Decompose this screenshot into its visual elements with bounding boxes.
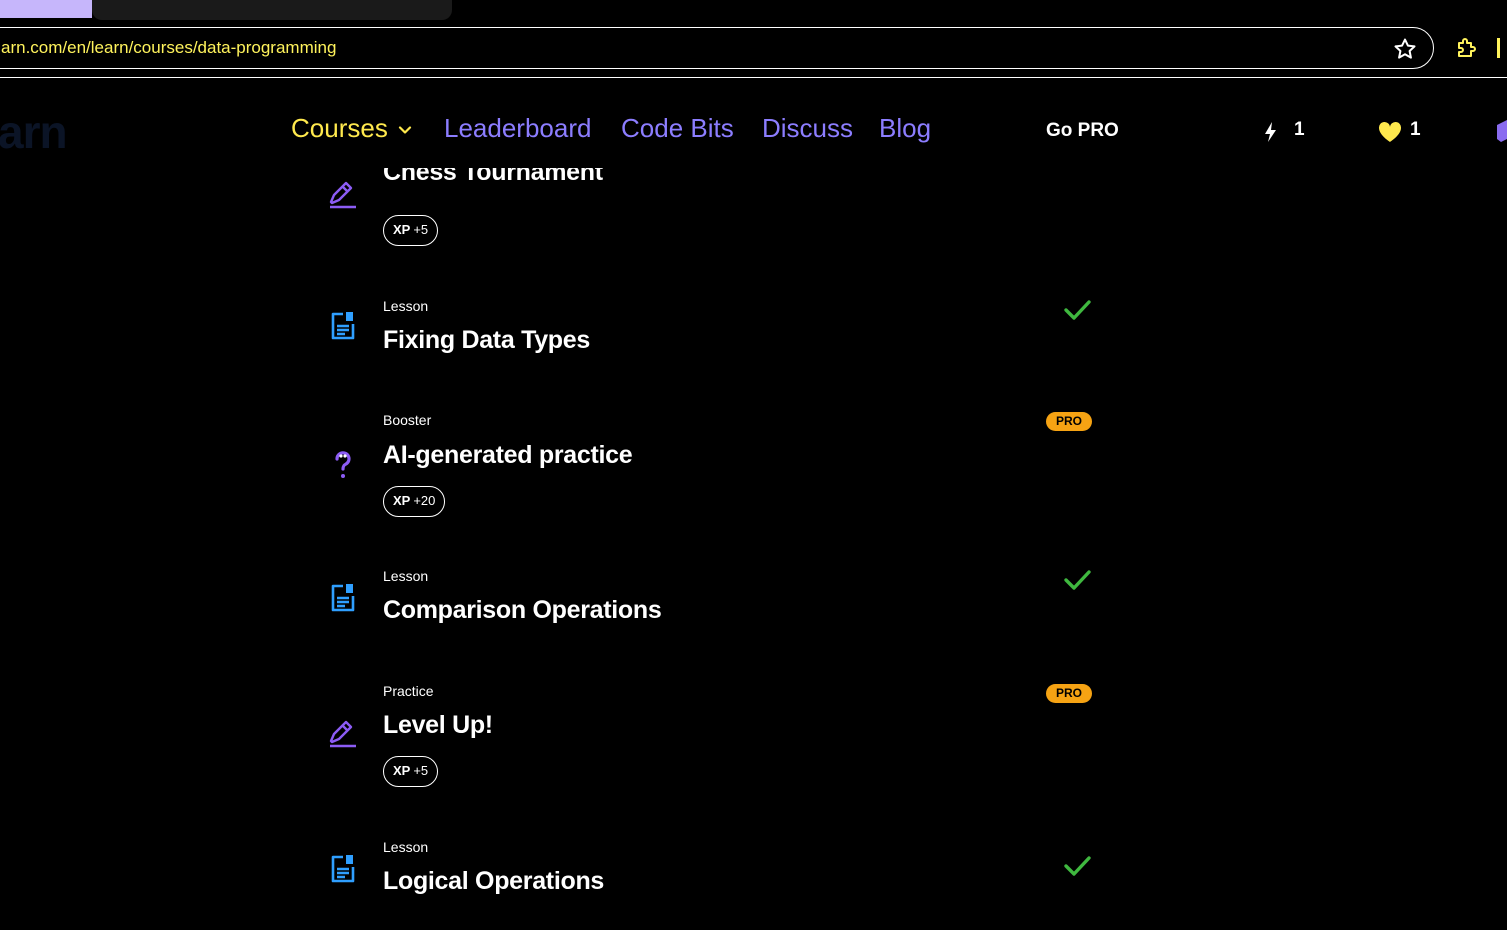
- document-icon: [331, 584, 355, 612]
- go-pro-link[interactable]: Go PRO: [1046, 120, 1119, 142]
- xp-badge: XP +5: [383, 215, 439, 246]
- bolt-icon: [1265, 122, 1276, 142]
- browser-tab-active[interactable]: [92, 0, 452, 20]
- xp-badge: XP +20: [383, 486, 446, 517]
- xp-label: XP: [393, 763, 411, 778]
- nav-courses-label: Courses: [291, 113, 388, 143]
- question-icon: [335, 451, 351, 478]
- lesson-title: Chess Tournament: [383, 168, 603, 186]
- document-icon: [331, 312, 355, 340]
- check-icon: [1064, 570, 1091, 590]
- puzzle-icon[interactable]: [1455, 36, 1479, 60]
- browser-divider: [0, 77, 1507, 78]
- xp-label: XP: [393, 222, 411, 237]
- pro-badge: PRO: [1046, 684, 1092, 703]
- check-icon: [1064, 300, 1091, 320]
- lesson-title: AI-generated practice: [383, 441, 633, 469]
- address-bar[interactable]: arn.com/en/learn/courses/data-programmin…: [0, 27, 1434, 69]
- nav-discuss[interactable]: Discuss: [762, 113, 853, 144]
- nav-blog[interactable]: Blog: [879, 113, 931, 144]
- heart-icon: [1378, 121, 1402, 142]
- lesson-title: Level Up!: [383, 711, 493, 739]
- browser-side-bar: [1497, 38, 1500, 58]
- browser-tab-strip: [0, 0, 1507, 22]
- url-text[interactable]: arn.com/en/learn/courses/data-programmin…: [1, 38, 336, 58]
- lesson-type: Lesson: [383, 839, 429, 855]
- lesson-list: Chess Tournament XP +5 Lesson Fixing Data…: [0, 168, 1507, 930]
- site-logo[interactable]: arn: [0, 105, 68, 159]
- star-icon[interactable]: [1393, 37, 1417, 61]
- pro-badge: PRO: [1046, 412, 1092, 431]
- nav-courses[interactable]: Courses: [291, 113, 412, 144]
- xp-value: +5: [413, 763, 429, 778]
- lesson-title: Logical Operations: [383, 867, 605, 895]
- xp-badge: XP +5: [383, 756, 439, 787]
- gem-icon[interactable]: [1497, 119, 1507, 143]
- xp-value: +5: [413, 222, 429, 237]
- lesson-title: Comparison Operations: [383, 596, 662, 624]
- xp-label: XP: [393, 493, 411, 508]
- lesson-type: Practice: [383, 683, 434, 699]
- chevron-down-icon: [398, 126, 411, 134]
- nav-code-bits[interactable]: Code Bits: [621, 113, 734, 144]
- lesson-title: Fixing Data Types: [383, 326, 590, 354]
- streak-count[interactable]: 1: [1294, 119, 1305, 141]
- check-icon: [1064, 856, 1091, 876]
- pencil-icon: [329, 720, 356, 748]
- hearts-count[interactable]: 1: [1410, 119, 1421, 141]
- browser-tab-inactive[interactable]: [0, 0, 92, 18]
- nav-leaderboard[interactable]: Leaderboard: [444, 113, 591, 144]
- lesson-type: Lesson: [383, 568, 429, 584]
- lesson-type: Lesson: [383, 298, 429, 314]
- xp-value: +20: [413, 493, 436, 508]
- lesson-type: Booster: [383, 412, 432, 428]
- pencil-icon: [329, 181, 356, 209]
- document-icon: [331, 855, 355, 883]
